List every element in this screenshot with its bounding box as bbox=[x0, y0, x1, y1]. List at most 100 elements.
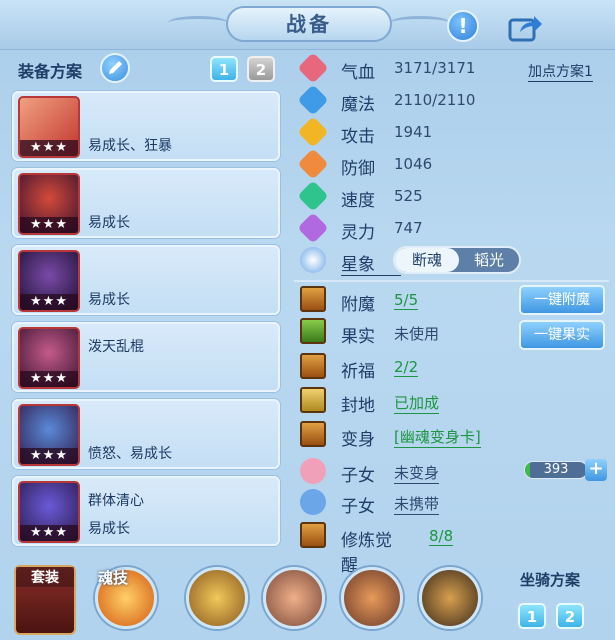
star-sign-icon bbox=[300, 247, 326, 273]
suit-label: 套装 bbox=[16, 567, 74, 587]
stat-label: 速度 bbox=[341, 191, 375, 211]
equipment-icon: ★★★ bbox=[18, 481, 80, 543]
sword-icon bbox=[297, 116, 329, 148]
fief-icon bbox=[300, 387, 326, 413]
transform-icon bbox=[300, 421, 326, 447]
add-button[interactable]: + bbox=[585, 459, 607, 481]
star-rating: ★★★ bbox=[20, 448, 78, 464]
equipment-traits: 愤怒、易成长 bbox=[88, 446, 172, 462]
feature-value: 未使用 bbox=[394, 325, 440, 343]
mount-slot-2[interactable] bbox=[263, 567, 325, 629]
feature-label: 变身 bbox=[341, 430, 375, 450]
soul-skill-label: 魂技 bbox=[98, 569, 129, 587]
equipment-plan-label: 装备方案 bbox=[18, 62, 83, 81]
star-rating: ★★★ bbox=[20, 217, 78, 233]
feature-label: 果实 bbox=[341, 327, 375, 347]
mount-slot-1[interactable] bbox=[186, 567, 248, 629]
equipment-traits: 易成长、狂暴 bbox=[88, 138, 172, 154]
paw-icon bbox=[300, 489, 326, 515]
blessing-icon bbox=[300, 353, 326, 379]
equipment-panel: 战备 ! 装备方案 1 2 ★★★ 易成长、狂暴 ★★★ 易成长 ★★★ 易成长 bbox=[0, 0, 615, 640]
one-click-fruit-button[interactable]: 一键果实 bbox=[519, 320, 605, 350]
stat-label: 魔法 bbox=[341, 95, 375, 115]
star-sign-toggle[interactable]: 断魂 韬光 bbox=[393, 246, 521, 274]
stat-value: 2110/2110 bbox=[394, 91, 476, 109]
feature-value[interactable]: 2/2 bbox=[394, 358, 419, 377]
title-ornament-right bbox=[390, 16, 450, 30]
share-icon[interactable] bbox=[508, 12, 544, 42]
feature-label: 附魔 bbox=[341, 295, 375, 315]
stat-value: 747 bbox=[394, 219, 423, 237]
equipment-slot-1[interactable]: ★★★ 易成长、狂暴 bbox=[12, 91, 280, 161]
star-sign-label[interactable]: 星象 bbox=[341, 250, 401, 276]
equipment-name: 泼天乱棍 bbox=[88, 339, 144, 355]
stat-label: 防御 bbox=[341, 159, 375, 179]
equipment-icon: ★★★ bbox=[18, 327, 80, 389]
equipment-traits: 易成长 bbox=[88, 521, 130, 537]
stat-value: 1046 bbox=[394, 155, 433, 173]
equipment-traits: 易成长 bbox=[88, 292, 130, 308]
mount-plan-tab-1[interactable]: 1 bbox=[518, 603, 546, 629]
feature-label: 封地 bbox=[341, 396, 375, 416]
equipment-traits: 易成长 bbox=[88, 215, 130, 231]
progress-value: 393 bbox=[543, 462, 569, 477]
equipment-slot-4[interactable]: ★★★ 泼天乱棍 bbox=[12, 322, 280, 392]
mount-slot-3[interactable] bbox=[341, 567, 403, 629]
feature-value[interactable]: 5/5 bbox=[394, 291, 419, 310]
equipment-plan-tab-2[interactable]: 2 bbox=[247, 56, 275, 82]
star-rating: ★★★ bbox=[20, 294, 78, 310]
mount-plan-label: 坐骑方案 bbox=[520, 571, 581, 589]
star-rating: ★★★ bbox=[20, 525, 78, 541]
mount-slot-4[interactable] bbox=[419, 567, 481, 629]
shield-icon bbox=[297, 148, 329, 180]
feature-label: 祈福 bbox=[341, 362, 375, 382]
mount-plan-tab-2[interactable]: 2 bbox=[556, 603, 584, 629]
child-icon bbox=[300, 458, 326, 484]
page-title: 战备 bbox=[226, 6, 392, 42]
stat-label: 气血 bbox=[341, 63, 375, 83]
feature-label: 子女 bbox=[341, 497, 375, 517]
equipment-slot-6[interactable]: ★★★ 群体清心 易成长 bbox=[12, 476, 280, 546]
help-button[interactable]: ! bbox=[447, 10, 479, 42]
toggle-option-taoguang[interactable]: 韬光 bbox=[459, 248, 519, 272]
feature-value[interactable]: 已加成 bbox=[394, 392, 440, 414]
feature-value[interactable]: [幽魂变身卡] bbox=[394, 426, 481, 448]
cultivation-icon bbox=[300, 522, 326, 548]
stat-value: 1941 bbox=[394, 123, 433, 141]
suit-button[interactable]: 套装 bbox=[14, 565, 76, 635]
plus-icon: + bbox=[588, 458, 604, 479]
equipment-icon: ★★★ bbox=[18, 404, 80, 466]
one-click-enchant-button[interactable]: 一键附魔 bbox=[519, 285, 605, 315]
equipment-name: 群体清心 bbox=[88, 493, 144, 509]
mana-icon bbox=[297, 84, 329, 116]
star-rating: ★★★ bbox=[20, 371, 78, 387]
toggle-option-duanhun[interactable]: 断魂 bbox=[395, 248, 459, 272]
equipment-slot-2[interactable]: ★★★ 易成长 bbox=[12, 168, 280, 238]
spirit-icon bbox=[297, 212, 329, 244]
title-ornament-left bbox=[168, 16, 228, 30]
feature-label: 子女 bbox=[341, 466, 375, 486]
stat-label: 灵力 bbox=[341, 223, 375, 243]
stat-value: 525 bbox=[394, 187, 423, 205]
equipment-icon: ★★★ bbox=[18, 173, 80, 235]
equipment-plan-tab-1[interactable]: 1 bbox=[210, 56, 238, 82]
star-rating: ★★★ bbox=[20, 140, 78, 156]
speed-icon bbox=[297, 180, 329, 212]
feature-value[interactable]: 未变身 bbox=[394, 462, 440, 484]
equipment-slot-5[interactable]: ★★★ 愤怒、易成长 bbox=[12, 399, 280, 469]
feature-value[interactable]: 未携带 bbox=[394, 493, 440, 515]
heart-icon bbox=[297, 52, 329, 84]
divider bbox=[294, 280, 609, 282]
enchant-icon bbox=[300, 286, 326, 312]
edit-plan-button[interactable] bbox=[100, 53, 130, 83]
equipment-icon: ★★★ bbox=[18, 250, 80, 312]
fruit-icon bbox=[300, 318, 326, 344]
pencil-icon bbox=[109, 61, 122, 74]
add-point-plan-link[interactable]: 加点方案1 bbox=[528, 61, 593, 82]
equipment-icon: ★★★ bbox=[18, 96, 80, 158]
equipment-slot-3[interactable]: ★★★ 易成长 bbox=[12, 245, 280, 315]
title-bar: 战备 ! bbox=[0, 0, 615, 50]
stat-label: 攻击 bbox=[341, 127, 375, 147]
feature-value[interactable]: 8/8 bbox=[429, 527, 454, 546]
stat-value: 3171/3171 bbox=[394, 59, 476, 77]
